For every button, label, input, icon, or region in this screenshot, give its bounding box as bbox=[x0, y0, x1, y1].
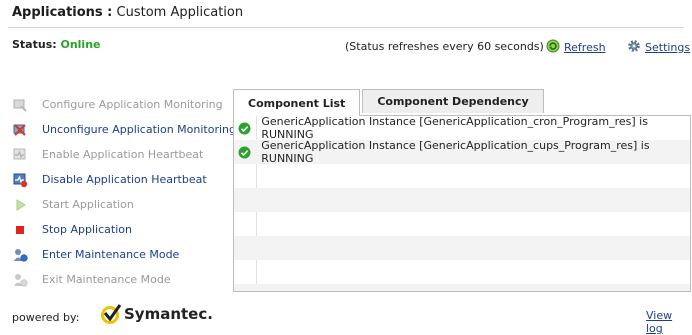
empty-row bbox=[234, 212, 690, 236]
header-divider bbox=[8, 27, 684, 28]
component-row[interactable]: GenericApplication Instance [GenericAppl… bbox=[234, 115, 690, 141]
refresh-label[interactable]: Refresh bbox=[564, 41, 606, 54]
enter-maintenance-icon bbox=[12, 247, 28, 263]
action-enable-heartbeat[interactable]: Enable Application Heartbeat bbox=[12, 142, 236, 167]
applications-label: Applications : bbox=[12, 5, 113, 20]
enable-heartbeat-icon bbox=[12, 147, 28, 163]
start-icon bbox=[12, 197, 28, 213]
action-label: Start Application bbox=[42, 198, 134, 211]
tab-component-dependency[interactable]: Component Dependency bbox=[362, 89, 544, 113]
running-status-icon bbox=[234, 146, 255, 159]
configure-icon bbox=[12, 97, 28, 113]
action-list: Configure Application Monitoring Unconfi… bbox=[12, 92, 236, 292]
status-value: Online bbox=[60, 38, 101, 51]
empty-row bbox=[234, 164, 690, 188]
action-label: Enable Application Heartbeat bbox=[42, 148, 204, 161]
action-label: Unconfigure Application Monitoring bbox=[42, 123, 236, 136]
empty-row bbox=[234, 236, 690, 260]
refresh-icon bbox=[546, 39, 560, 56]
brand-name: Symantec. bbox=[124, 305, 213, 323]
exit-maintenance-icon bbox=[12, 272, 28, 288]
action-configure-monitoring[interactable]: Configure Application Monitoring bbox=[12, 92, 236, 117]
running-status-icon bbox=[234, 122, 255, 135]
action-label: Configure Application Monitoring bbox=[42, 98, 223, 111]
status: Status: Online bbox=[12, 38, 101, 51]
application-name: Custom Application bbox=[116, 5, 244, 20]
checkmark-logo-icon bbox=[101, 304, 122, 324]
component-text: GenericApplication Instance [GenericAppl… bbox=[261, 115, 648, 141]
tab-bar: Component List Component Dependency bbox=[233, 89, 544, 117]
action-label: Exit Maintenance Mode bbox=[42, 273, 171, 286]
settings-link[interactable]: Settings bbox=[627, 39, 690, 56]
powered-by-label: powered by: bbox=[12, 311, 80, 324]
refresh-link[interactable]: Refresh bbox=[546, 39, 606, 56]
action-start-application[interactable]: Start Application bbox=[12, 192, 236, 217]
empty-row bbox=[234, 188, 690, 212]
action-enter-maintenance[interactable]: Enter Maintenance Mode bbox=[12, 242, 236, 267]
view-log-link[interactable]: View log bbox=[646, 309, 692, 335]
settings-label[interactable]: Settings bbox=[645, 41, 690, 54]
unconfigure-icon bbox=[12, 122, 28, 138]
action-label: Disable Application Heartbeat bbox=[42, 173, 207, 186]
action-label: Enter Maintenance Mode bbox=[42, 248, 180, 261]
empty-row bbox=[234, 260, 690, 284]
disable-heartbeat-icon bbox=[12, 172, 28, 188]
symantec-logo: Symantec. bbox=[100, 304, 213, 324]
component-text: GenericApplication Instance [GenericAppl… bbox=[261, 139, 650, 165]
status-label: Status: bbox=[12, 38, 57, 51]
refresh-note: (Status refreshes every 60 seconds) bbox=[345, 40, 544, 53]
empty-row bbox=[234, 284, 690, 291]
component-list: GenericApplication Instance [GenericAppl… bbox=[233, 115, 691, 292]
action-stop-application[interactable]: Stop Application bbox=[12, 217, 236, 242]
action-unconfigure-monitoring[interactable]: Unconfigure Application Monitoring bbox=[12, 117, 236, 142]
stop-icon bbox=[12, 222, 28, 238]
action-exit-maintenance[interactable]: Exit Maintenance Mode bbox=[12, 267, 236, 292]
action-disable-heartbeat[interactable]: Disable Application Heartbeat bbox=[12, 167, 236, 192]
tab-component-list[interactable]: Component List bbox=[233, 89, 361, 116]
header: Applications : Custom Application bbox=[12, 5, 243, 20]
component-panel: Component List Component Dependency Gene… bbox=[233, 89, 691, 292]
gear-icon bbox=[627, 39, 641, 56]
action-label: Stop Application bbox=[42, 223, 132, 236]
component-row[interactable]: GenericApplication Instance [GenericAppl… bbox=[234, 139, 690, 165]
